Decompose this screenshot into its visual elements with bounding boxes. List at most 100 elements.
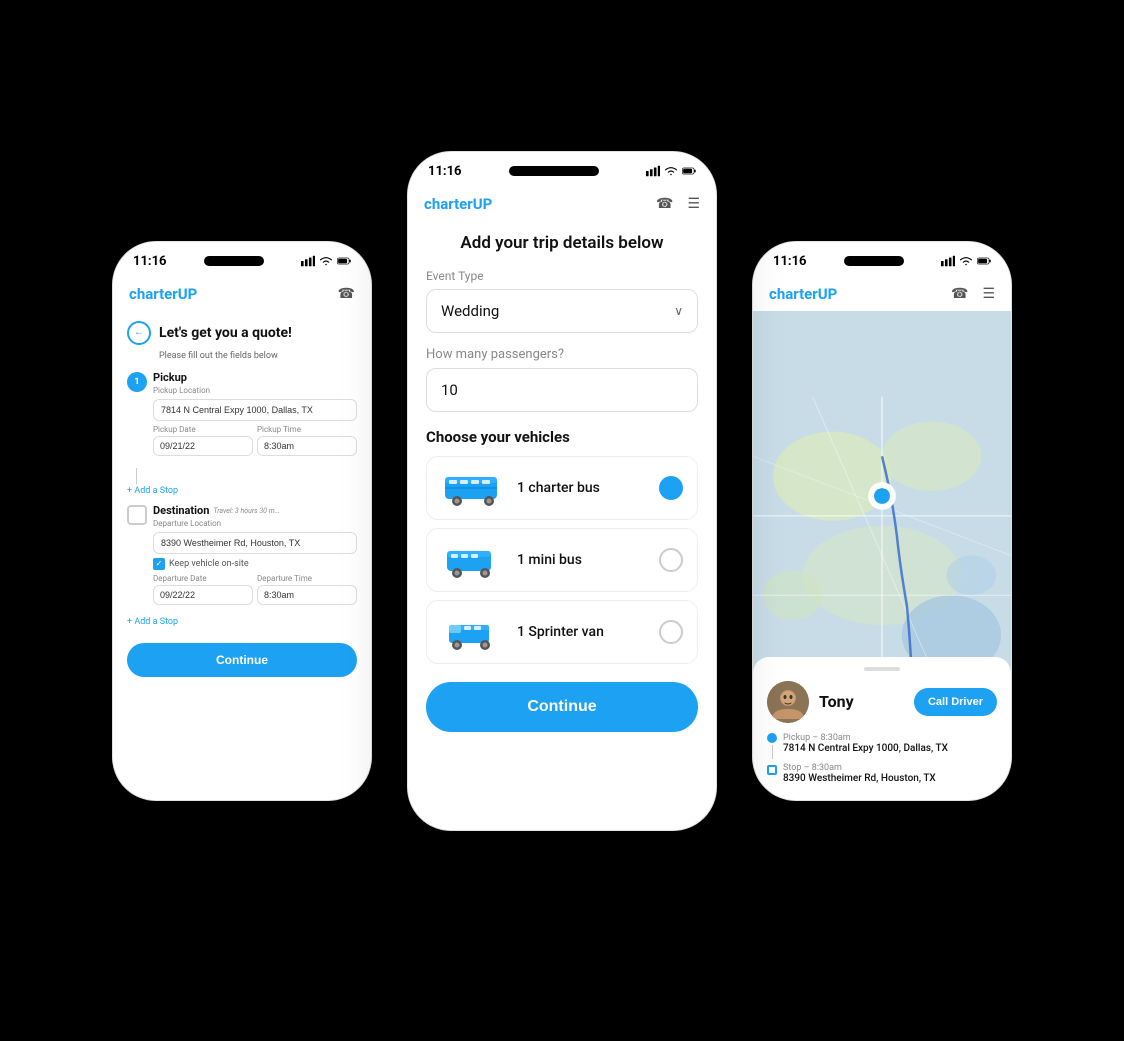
driver-name: Tony (819, 692, 904, 711)
stop-1-date-col: Pickup Date 09/21/22 (153, 425, 253, 456)
passengers-input[interactable]: 10 (426, 368, 698, 412)
right-menu-icon[interactable]: ☰ (982, 286, 995, 302)
stop-dot (767, 765, 777, 775)
right-header-icons: ☎ ☰ (951, 286, 995, 302)
driver-avatar (767, 681, 809, 723)
vehicle-card-1[interactable]: 1 mini bus (426, 528, 698, 592)
trip-info: Pickup – 8:30am 7814 N Central Expy 1000… (767, 733, 997, 784)
keep-vehicle-label: Keep vehicle on-site (169, 559, 249, 569)
center-app-header: charterUP ☎ ☰ (408, 185, 716, 221)
stop-2-label: Destination (153, 504, 209, 517)
back-header: ← Let's get you a quote! (127, 321, 357, 345)
stop-connector (136, 468, 137, 484)
stop-1-details: Pickup Pickup Location Pickup Date 09/21… (153, 371, 357, 460)
right-battery-icon (977, 254, 991, 268)
right-status-bar: 11:16 (753, 242, 1011, 275)
stop-2-dot (127, 505, 147, 525)
stop-address: 8390 Westheimer Rd, Houston, TX (783, 773, 936, 784)
center-continue-button[interactable]: Continue (426, 682, 698, 732)
stop-2-time-select[interactable]: 8:30am (257, 585, 357, 605)
stop-2-date-time-row: Departure Date 09/22/22 Departure Time 8… (153, 574, 357, 605)
stop-2-time-label: Departure Time (257, 574, 357, 583)
right-phone-icon[interactable]: ☎ (951, 286, 968, 302)
vehicle-toggle-1[interactable] (659, 548, 683, 572)
vehicle-card-2[interactable]: 1 Sprinter van (426, 600, 698, 664)
vehicle-name-2: 1 Sprinter van (517, 624, 647, 640)
stop-2-date-select[interactable]: 09/22/22 (153, 585, 253, 605)
center-status-icons (646, 164, 696, 178)
pickup-time: Pickup – 8:30am (783, 733, 948, 743)
center-phone-icon[interactable]: ☎ (656, 196, 673, 212)
sprinter-van-icon (441, 613, 505, 651)
keep-vehicle-checkbox[interactable] (153, 558, 165, 570)
left-charter-logo: charterUP (129, 285, 197, 303)
left-logo-charter: charter (129, 285, 178, 303)
event-type-value: Wedding (441, 302, 499, 320)
mini-bus-icon (441, 541, 505, 579)
left-continue-button[interactable]: Continue (127, 643, 357, 677)
signal-icon (301, 254, 315, 268)
stop-2-time-col: Departure Time 8:30am (257, 574, 357, 605)
pickup-stop-info: Pickup – 8:30am 7814 N Central Expy 1000… (783, 733, 948, 759)
right-status-time: 11:16 (773, 254, 807, 269)
back-button[interactable]: ← (127, 321, 151, 345)
choose-vehicles-title: Choose your vehicles (426, 428, 698, 446)
stop-1-row: 1 Pickup Pickup Location Pickup Date 09/… (127, 371, 357, 460)
driver-row: Tony Call Driver (767, 681, 997, 723)
stop-1-time-label: Pickup Time (257, 425, 357, 434)
avatar-image (767, 681, 809, 723)
stop-2-location-input[interactable] (153, 532, 357, 554)
center-wifi-icon (664, 164, 678, 178)
center-signal-icon (646, 164, 660, 178)
quote-title: Let's get you a quote! (159, 325, 292, 341)
add-stop-1-link[interactable]: + Add a Stop (127, 486, 357, 496)
quote-subtitle: Please fill out the fields below (159, 351, 357, 361)
center-logo-up: UP (473, 195, 493, 213)
center-status-bar: 11:16 (408, 152, 716, 185)
vehicle-card-0[interactable]: 1 charter bus (426, 456, 698, 520)
charter-bus-icon (441, 469, 505, 507)
left-phone-content: ← Let's get you a quote! Please fill out… (113, 311, 371, 800)
stop-2-details: Destination Travel: 3 hours 30 m... Depa… (153, 504, 357, 609)
stop-2-location-label: Departure Location (153, 519, 357, 528)
vehicle-name-1: 1 mini bus (517, 552, 647, 568)
sprinter-van-img (441, 613, 505, 651)
vehicle-toggle-0[interactable] (659, 476, 683, 500)
stop-row: Stop – 8:30am 8390 Westheimer Rd, Housto… (767, 763, 997, 784)
center-menu-icon[interactable]: ☰ (687, 196, 700, 212)
right-charter-logo: charterUP (769, 285, 837, 303)
stop-1-date-select[interactable]: 09/21/22 (153, 436, 253, 456)
left-status-icons (301, 254, 351, 268)
right-logo-charter: charter (769, 285, 818, 303)
stop-2-date-label: Departure Date (153, 574, 253, 583)
wifi-icon (319, 254, 333, 268)
stop-1-label: Pickup (153, 371, 357, 384)
right-logo-up: UP (818, 285, 838, 303)
drag-handle (864, 667, 900, 671)
event-type-select[interactable]: Wedding ∨ (426, 289, 698, 333)
map-area: Tony Call Driver Pickup – 8:30am 7814 N … (753, 311, 1011, 800)
passengers-value: 10 (441, 381, 458, 399)
pickup-address: 7814 N Central Expy 1000, Dallas, TX (783, 743, 948, 754)
stop-info: Stop – 8:30am 8390 Westheimer Rd, Housto… (783, 763, 936, 784)
stop-1-time-col: Pickup Time 8:30am (257, 425, 357, 456)
center-form: Add your trip details below Event Type W… (408, 221, 716, 830)
add-stop-2-link[interactable]: + Add a Stop (127, 617, 357, 627)
left-header-icons: ☎ (338, 286, 355, 302)
mini-bus-img (441, 541, 505, 579)
stop-1-location-input[interactable] (153, 399, 357, 421)
vehicle-toggle-2[interactable] (659, 620, 683, 644)
right-signal-icon (941, 254, 955, 268)
charter-bus-img (441, 469, 505, 507)
right-app-header: charterUP ☎ ☰ (753, 275, 1011, 311)
right-phone: 11:16 (752, 241, 1012, 801)
stop-1-time-select[interactable]: 8:30am (257, 436, 357, 456)
right-status-icons (941, 254, 991, 268)
stop-1-date-time-row: Pickup Date 09/21/22 Pickup Time 8:30am (153, 425, 357, 456)
checkbox-row: Keep vehicle on-site (153, 558, 357, 570)
left-phone-icon[interactable]: ☎ (338, 286, 355, 302)
battery-icon (337, 254, 351, 268)
center-battery-icon (682, 164, 696, 178)
stop-2-row: Destination Travel: 3 hours 30 m... Depa… (127, 504, 357, 609)
call-driver-button[interactable]: Call Driver (914, 688, 997, 716)
